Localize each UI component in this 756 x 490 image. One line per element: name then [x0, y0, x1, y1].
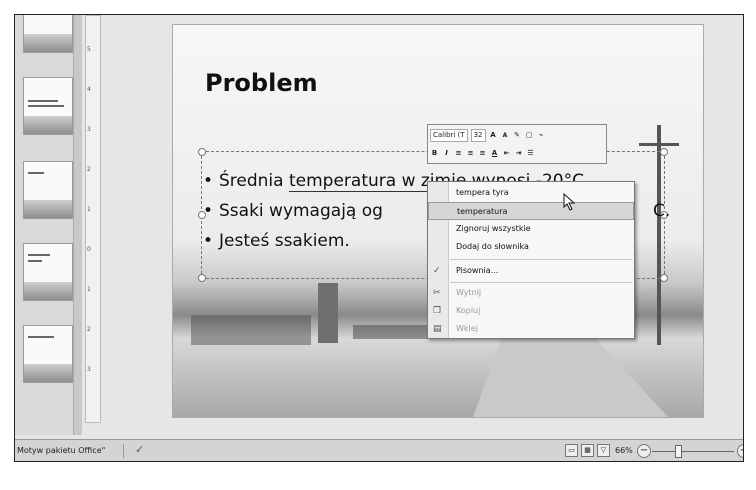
italic-button[interactable]: I	[442, 149, 451, 157]
menu-item-label: temperatura	[457, 207, 508, 216]
slide-thumbnail[interactable]	[23, 15, 73, 53]
resize-handle[interactable]	[660, 148, 668, 156]
spell-check-status-icon[interactable]: ✓	[135, 443, 144, 456]
theme-name[interactable]: Motyw pakietu Office"	[17, 446, 105, 455]
border-icon[interactable]: ▢	[525, 131, 534, 139]
menu-item-label: Zignoruj wszystkie	[456, 224, 531, 233]
mini-toolbar: Calibri (T 32 A A ✎ ▢ ⌁ B I ≡ ≡ ≡ A ⇤ ⇥ …	[427, 124, 607, 164]
mouse-pointer-icon	[563, 193, 576, 211]
slide-thumbnails-panel	[15, 15, 73, 435]
font-name-box[interactable]: Calibri (T	[430, 128, 468, 142]
bold-button[interactable]: B	[430, 149, 439, 157]
cut-icon: ✂	[433, 288, 441, 298]
paste-item[interactable]: ▤ Wklej	[428, 320, 634, 338]
bullet-item[interactable]: • Ssaki wymagają og	[203, 201, 383, 221]
view-buttons: ▭ ▦ ▽	[565, 444, 610, 457]
slide-sorter-icon[interactable]: ▦	[581, 444, 594, 457]
spelling-context-menu: tempera tyra temperatura Zignoruj wszyst…	[427, 181, 635, 339]
normal-view-icon[interactable]: ▭	[565, 444, 578, 457]
paste-icon: ▤	[433, 324, 442, 334]
grow-font-button[interactable]: A	[489, 131, 498, 139]
align-left-icon[interactable]: ≡	[454, 149, 463, 157]
menu-separator	[450, 282, 632, 283]
menu-item-label: Kopiuj	[456, 306, 481, 315]
vertical-ruler: 543 210 123	[85, 15, 101, 423]
bullet-text: Ssaki wymagają og	[219, 201, 383, 221]
utility-pole-crossbar	[639, 143, 679, 146]
status-bar: Motyw pakietu Office" ✓ ▭ ▦ ▽ 66% − +	[15, 439, 743, 461]
align-center-icon[interactable]: ≡	[466, 149, 475, 157]
format-painter-icon[interactable]: ⌁	[537, 131, 546, 139]
suggestion-item[interactable]: tempera tyra	[428, 184, 634, 202]
menu-item-label: tempera tyra	[456, 188, 509, 197]
spelling-icon: ✓	[433, 266, 441, 276]
silo-image	[318, 283, 338, 343]
bullet-text: Jesteś ssakiem.	[219, 231, 350, 251]
menu-item-label: Wklej	[456, 324, 478, 333]
menu-item-label: Dodaj do słownika	[456, 242, 529, 251]
slideshow-icon[interactable]: ▽	[597, 444, 610, 457]
cut-item[interactable]: ✂ Wytnij	[428, 284, 634, 302]
resize-handle[interactable]	[660, 274, 668, 282]
zoom-slider-thumb[interactable]	[674, 445, 682, 458]
add-to-dictionary-item[interactable]: Dodaj do słownika	[428, 238, 634, 256]
bullets-icon[interactable]: ☰	[526, 149, 535, 157]
align-right-icon[interactable]: ≡	[478, 149, 487, 157]
zoom-level[interactable]: 66%	[615, 446, 633, 455]
increase-indent-icon[interactable]: ⇥	[514, 149, 523, 157]
shrink-font-button[interactable]: A	[501, 132, 510, 139]
zoom-out-icon[interactable]: −	[637, 444, 651, 458]
bullet-text-tail: C.	[653, 201, 671, 221]
slide-thumbnail[interactable]	[23, 243, 73, 301]
ignore-all-item[interactable]: Zignoruj wszystkie	[428, 220, 634, 238]
bullet-text: Średnia	[219, 171, 289, 191]
menu-item-label: Pisownia...	[456, 266, 499, 275]
slide-thumbnail[interactable]	[23, 161, 73, 219]
font-size-box[interactable]: 32	[470, 128, 486, 142]
menu-item-label: Wytnij	[456, 288, 482, 297]
highlight-icon[interactable]: ✎	[513, 131, 522, 139]
zoom-in-icon[interactable]: +	[737, 444, 743, 458]
treeline-image	[191, 315, 311, 345]
copy-item[interactable]: ❐ Kopiuj	[428, 302, 634, 320]
slide-title[interactable]: Problem	[205, 69, 318, 97]
menu-separator	[450, 259, 632, 260]
zoom-slider[interactable]	[652, 451, 734, 452]
suggestion-item-highlighted[interactable]: temperatura	[428, 202, 634, 220]
resize-handle[interactable]	[198, 274, 206, 282]
copy-icon: ❐	[433, 306, 442, 316]
decrease-indent-icon[interactable]: ⇤	[502, 149, 511, 157]
font-color-button[interactable]: A	[490, 149, 499, 157]
slide-thumbnail[interactable]	[23, 325, 73, 383]
powerpoint-window: 543 210 123 Problem • Średnia temperatura…	[14, 14, 744, 462]
resize-handle[interactable]	[198, 148, 206, 156]
thumbnails-scrollbar[interactable]	[73, 15, 82, 435]
status-separator	[123, 444, 124, 458]
bullet-item[interactable]: • Jesteś ssakiem.	[203, 231, 350, 251]
spelling-item[interactable]: ✓ Pisownia...	[428, 262, 634, 280]
slide-thumbnail[interactable]	[23, 77, 73, 135]
